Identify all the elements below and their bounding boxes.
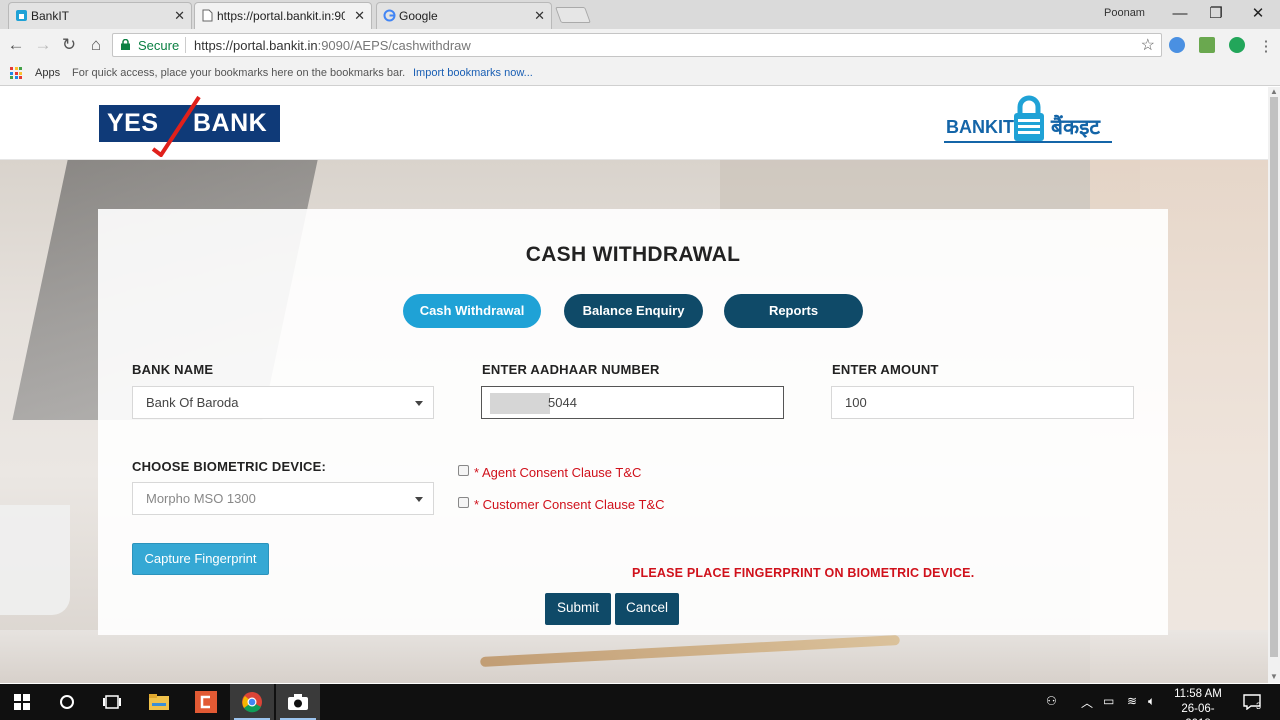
tab-cash-withdrawal[interactable]: Cash Withdrawal [403,294,541,328]
url-path: :9090/AEPS/cashwithdraw [317,38,471,53]
bankit-logo-english: BANKIT [946,117,1014,137]
biometric-device-value: Morpho MSO 1300 [146,491,256,506]
submit-button[interactable]: Submit [545,593,611,625]
apps-icon[interactable] [10,67,22,79]
battery-icon[interactable]: ▭ [1103,694,1114,708]
cash-withdrawal-panel: CASH WITHDRAWAL Cash Withdrawal Balance … [98,209,1168,635]
logo-underline [944,141,1112,143]
redacted-digits [490,393,550,415]
bookmarks-hint: For quick access, place your bookmarks h… [72,67,406,79]
url-host: https://portal.bankit.in [194,38,318,53]
page-title: CASH WITHDRAWAL [525,243,741,266]
new-tab-button[interactable] [555,7,591,23]
biometric-device-label: CHOOSE BIOMETRIC DEVICE: [132,459,327,474]
site-header: YES BANK BANKIT बैंकइट [0,87,1268,160]
bank-name-label: BANK NAME [132,362,214,377]
chevron-down-icon [415,401,423,406]
logo-bank-text: BANK [193,109,268,137]
tab-portal[interactable]: https://portal.bankit.in:90 ✕ [194,2,372,29]
close-tab-icon[interactable]: ✕ [354,8,365,24]
apps-link[interactable]: Apps [35,67,60,79]
home-icon[interactable]: ⌂ [86,35,106,55]
tab-title: Google [399,9,438,23]
grammarly-icon[interactable] [1229,37,1245,53]
minimize-icon[interactable]: — [1162,2,1198,26]
windows-taskbar: ⚇ ︿ ▭ ≋ 🔈︎ 11:58 AM 26-06-2018 3 [0,684,1280,720]
aadhaar-visible-digits: 5044 [548,395,577,410]
padlock-icon [1014,95,1044,141]
scroll-up-icon[interactable]: ▲ [1270,87,1278,96]
back-icon[interactable]: ← [6,35,26,55]
page-content: YES BANK BANKIT बैंकइट CASH WITHDRAWAL C… [0,87,1268,683]
fingerprint-warning: PLEASE PLACE FINGERPRINT ON BIOMETRIC DE… [632,566,975,580]
app-icon[interactable] [184,684,228,720]
bg-cup [0,505,70,615]
secure-lock-icon [121,39,130,50]
aadhaar-input[interactable]: 5044 [481,386,784,419]
agent-consent-label[interactable]: * Agent Consent Clause T&C [474,465,641,480]
show-hidden-icons-icon[interactable]: ︿ [1081,694,1093,711]
scrollbar-thumb[interactable] [1270,97,1278,657]
reload-icon[interactable]: ↻ [59,35,79,55]
lock-favicon-icon [16,10,27,21]
bank-name-select[interactable]: Bank Of Baroda [132,386,434,419]
tab-balance-enquiry[interactable]: Balance Enquiry [564,294,703,328]
biometric-device-select[interactable]: Morpho MSO 1300 [132,482,434,515]
tab-reports[interactable]: Reports [724,294,863,328]
tab-title: BankIT [31,9,70,23]
page-icon [202,9,213,22]
cortana-icon[interactable] [45,684,89,720]
restore-icon[interactable]: ❐ [1198,2,1234,26]
google-icon [383,9,396,22]
chevron-down-icon [415,497,423,502]
address-bar[interactable]: Secure https://portal.bankit.in:9090/AEP… [112,33,1162,57]
bookmark-star-icon[interactable]: ☆ [1141,35,1155,55]
system-clock[interactable]: 11:58 AM 26-06-2018 [1170,687,1226,720]
bank-name-value: Bank Of Baroda [146,395,239,410]
aadhaar-label: ENTER AADHAAR NUMBER [482,362,660,377]
customer-consent-label[interactable]: * Customer Consent Clause T&C [474,497,665,512]
url-text[interactable]: https://portal.bankit.in:9090/AEPS/cashw… [194,38,471,53]
windows-start-icon[interactable] [0,684,44,720]
customer-consent-checkbox[interactable] [458,497,469,508]
notification-center-icon[interactable]: 3 [1232,684,1272,720]
import-bookmarks-link[interactable]: Import bookmarks now... [413,67,533,79]
extension-icon[interactable] [1199,37,1215,53]
omnibox-divider [185,37,186,53]
agent-consent-checkbox[interactable] [458,465,469,476]
yes-bank-logo: YES BANK [99,95,280,157]
profile-name[interactable]: Poonam [1104,7,1145,19]
clock-date: 26-06-2018 [1181,703,1215,720]
tab-title: https://portal.bankit.in:90 [217,9,345,23]
amount-label: ENTER AMOUNT [832,362,939,377]
wifi-icon[interactable]: ≋ [1127,694,1137,708]
bankit-logo: BANKIT बैंकइट [942,95,1112,147]
notification-count: 3 [1256,701,1262,711]
cancel-button[interactable]: Cancel [615,593,679,625]
page-scrollbar[interactable]: ▲ ▼ [1268,87,1280,683]
menu-icon[interactable]: ⋮ [1256,37,1276,57]
bookmarks-bar: Apps For quick access, place your bookma… [0,61,1280,86]
clock-time: 11:58 AM [1174,688,1222,700]
extension-icon[interactable] [1169,37,1185,53]
task-view-icon[interactable] [90,684,134,720]
tab-google[interactable]: Google ✕ [376,2,552,29]
scroll-down-icon[interactable]: ▼ [1270,672,1278,681]
browser-tab-strip: BankIT ✕ https://portal.bankit.in:90 ✕ G… [0,0,1280,29]
capture-fingerprint-button[interactable]: Capture Fingerprint [132,543,269,575]
close-tab-icon[interactable]: ✕ [174,8,185,24]
amount-input[interactable]: 100 [831,386,1134,419]
bankit-logo-hindi: बैंकइट [1051,116,1101,139]
close-window-icon[interactable]: ✕ [1240,2,1276,26]
secure-label: Secure [138,38,180,53]
people-icon[interactable]: ⚇ [1046,694,1057,708]
camera-icon[interactable] [276,684,320,720]
chrome-icon[interactable] [230,684,274,720]
tab-bankit[interactable]: BankIT ✕ [8,2,192,29]
close-tab-icon[interactable]: ✕ [534,8,545,24]
amount-value: 100 [845,395,867,410]
forward-icon[interactable]: → [33,35,53,55]
file-explorer-icon[interactable] [137,684,181,720]
volume-icon[interactable]: 🔈︎ [1148,694,1155,709]
